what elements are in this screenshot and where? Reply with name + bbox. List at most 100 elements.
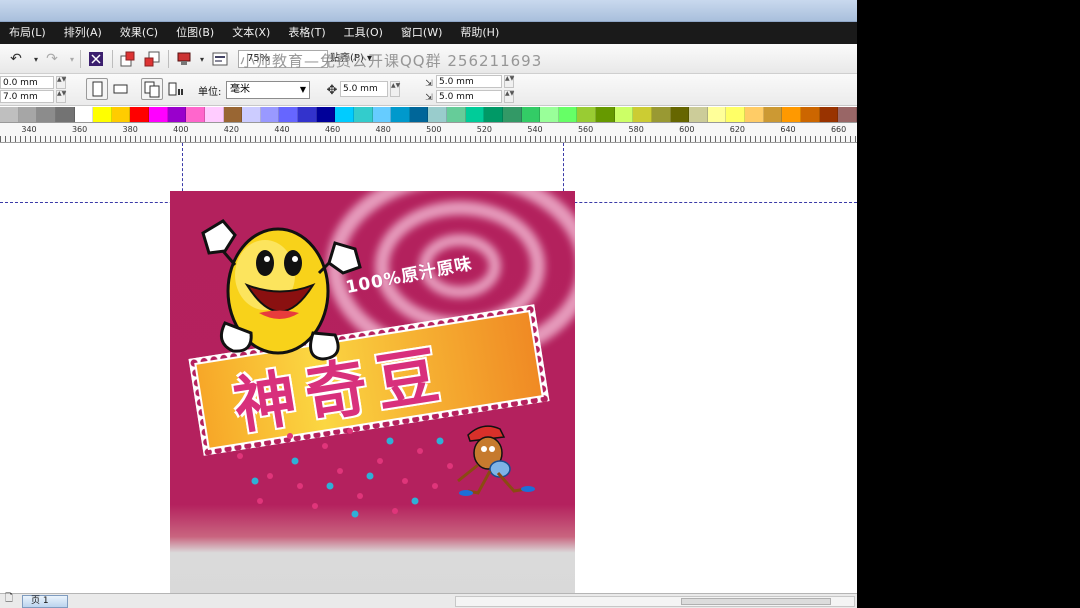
- import-icon[interactable]: [118, 49, 138, 69]
- menu-item-5[interactable]: 文本(X): [223, 22, 279, 44]
- palette-swatch[interactable]: [521, 107, 541, 122]
- palette-swatch[interactable]: [782, 107, 801, 122]
- redo-icon[interactable]: ↷: [42, 49, 62, 69]
- chevron-down-icon: ▼: [299, 85, 306, 94]
- menu-item-9[interactable]: 帮助(H): [451, 22, 508, 44]
- palette-swatch[interactable]: [18, 107, 38, 122]
- landscape-orientation-icon[interactable]: [110, 78, 132, 100]
- palette-swatch[interactable]: [130, 107, 149, 122]
- application-launcher-icon[interactable]: [174, 49, 194, 69]
- palette-swatch[interactable]: [316, 107, 336, 122]
- palette-swatch[interactable]: [596, 107, 615, 122]
- palette-swatch[interactable]: [409, 107, 429, 122]
- menu-item-3[interactable]: 效果(C): [111, 22, 167, 44]
- palette-swatch[interactable]: [614, 107, 634, 122]
- nudge-distance-field[interactable]: 5.0 mm: [340, 81, 388, 97]
- units-label: 单位:: [198, 87, 222, 98]
- menu-item-1[interactable]: 布局(L): [0, 22, 55, 44]
- current-page-icon[interactable]: [165, 78, 187, 100]
- palette-swatch[interactable]: [0, 107, 19, 122]
- palette-swatch[interactable]: [689, 107, 708, 122]
- palette-swatch[interactable]: [74, 107, 94, 122]
- all-pages-icon[interactable]: [141, 78, 163, 100]
- packaging-artwork[interactable]: 100%原汁原味 神奇豆: [170, 191, 575, 593]
- drawing-canvas[interactable]: 100%原汁原味 神奇豆: [0, 143, 857, 593]
- width-spinner[interactable]: ▲▼: [56, 76, 66, 89]
- search-content-icon[interactable]: [86, 49, 106, 69]
- ruler-tick-label: 360: [71, 125, 88, 134]
- palette-swatch[interactable]: [800, 107, 820, 122]
- color-palette: [0, 107, 857, 123]
- palette-swatch[interactable]: [558, 107, 578, 122]
- palette-swatch[interactable]: [93, 107, 112, 122]
- palette-swatch[interactable]: [391, 107, 410, 122]
- title-bar: [0, 0, 857, 22]
- page-tab-1[interactable]: 页 1: [22, 595, 68, 608]
- palette-swatch[interactable]: [242, 107, 261, 122]
- menu-bar: 布局(L) 排列(A) 效果(C) 位图(B) 文本(X) 表格(T) 工具(O) 窗口(W)…: [0, 22, 857, 44]
- palette-swatch[interactable]: [651, 107, 671, 122]
- menu-item-8[interactable]: 窗口(W): [392, 22, 451, 44]
- palette-swatch[interactable]: [819, 107, 839, 122]
- menu-item-6[interactable]: 表格(T): [279, 22, 334, 44]
- duplicate-y-spinner[interactable]: ▲▼: [504, 90, 514, 103]
- object-height-field[interactable]: 7.0 mm: [0, 90, 54, 103]
- palette-swatch[interactable]: [540, 107, 559, 122]
- palette-swatch[interactable]: [279, 107, 298, 122]
- toolbar-separator: [112, 50, 113, 68]
- palette-swatch[interactable]: [633, 107, 652, 122]
- export-icon[interactable]: [142, 49, 162, 69]
- palette-swatch[interactable]: [763, 107, 783, 122]
- height-spinner[interactable]: ▲▼: [56, 90, 66, 103]
- palette-swatch[interactable]: [167, 107, 187, 122]
- palette-swatch[interactable]: [428, 107, 447, 122]
- palette-swatch[interactable]: [111, 107, 131, 122]
- palette-swatch[interactable]: [55, 107, 75, 122]
- launcher-dropdown-icon[interactable]: ▾: [192, 49, 212, 69]
- palette-swatch[interactable]: [465, 107, 485, 122]
- nudge-spinner[interactable]: ▲▼: [390, 81, 400, 97]
- scrollbar-thumb[interactable]: [681, 598, 831, 605]
- menu-item-2[interactable]: 排列(A): [55, 22, 111, 44]
- palette-swatch[interactable]: [186, 107, 205, 122]
- undo-icon[interactable]: ↶: [6, 49, 26, 69]
- palette-swatch[interactable]: [149, 107, 168, 122]
- duplicate-x-spinner[interactable]: ▲▼: [504, 75, 514, 88]
- horizontal-scrollbar[interactable]: [455, 596, 855, 607]
- palette-swatch[interactable]: [447, 107, 466, 122]
- palette-swatch[interactable]: [223, 107, 243, 122]
- ruler-tick-label: 520: [476, 125, 493, 134]
- palette-swatch[interactable]: [298, 107, 317, 122]
- palette-swatch[interactable]: [726, 107, 745, 122]
- add-page-icon[interactable]: 🗋: [2, 591, 16, 607]
- duplicate-distance-x-field[interactable]: 5.0 mm: [436, 75, 502, 88]
- palette-swatch[interactable]: [577, 107, 596, 122]
- palette-swatch[interactable]: [204, 107, 224, 122]
- property-bar: 0.0 mm ▲▼ 7.0 mm ▲▼ 单位: 毫米 ▼ ✥ 5.0 mm ▲▼…: [0, 74, 857, 106]
- palette-swatch[interactable]: [335, 107, 354, 122]
- welcome-screen-icon[interactable]: [210, 49, 230, 69]
- palette-swatch[interactable]: [37, 107, 56, 122]
- palette-swatch[interactable]: [707, 107, 727, 122]
- palette-swatch[interactable]: [670, 107, 690, 122]
- palette-swatch[interactable]: [838, 107, 857, 122]
- status-bar: 🗋 页 1: [0, 593, 857, 608]
- menu-item-7[interactable]: 工具(O): [335, 22, 392, 44]
- toolbar-separator: [168, 50, 169, 68]
- palette-swatch[interactable]: [260, 107, 280, 122]
- horizontal-ruler[interactable]: 340 360 380 400 420 440 460 480 500 520 540 560 580 6…: [0, 123, 857, 143]
- units-dropdown[interactable]: 毫米 ▼: [226, 81, 310, 99]
- ruler-ticks: [0, 136, 857, 142]
- palette-swatch[interactable]: [484, 107, 503, 122]
- ruler-tick-label: 380: [122, 125, 138, 134]
- redo-dropdown-icon[interactable]: ▾: [62, 49, 82, 69]
- palette-swatch[interactable]: [372, 107, 392, 122]
- palette-swatch[interactable]: [745, 107, 764, 122]
- portrait-orientation-icon[interactable]: [86, 78, 108, 100]
- menu-item-4[interactable]: 位图(B): [167, 22, 223, 44]
- ruler-tick-label: 580: [628, 125, 644, 134]
- object-width-field[interactable]: 0.0 mm: [0, 76, 54, 89]
- palette-swatch[interactable]: [502, 107, 522, 122]
- palette-swatch[interactable]: [353, 107, 373, 122]
- duplicate-distance-y-field[interactable]: 5.0 mm: [436, 90, 502, 103]
